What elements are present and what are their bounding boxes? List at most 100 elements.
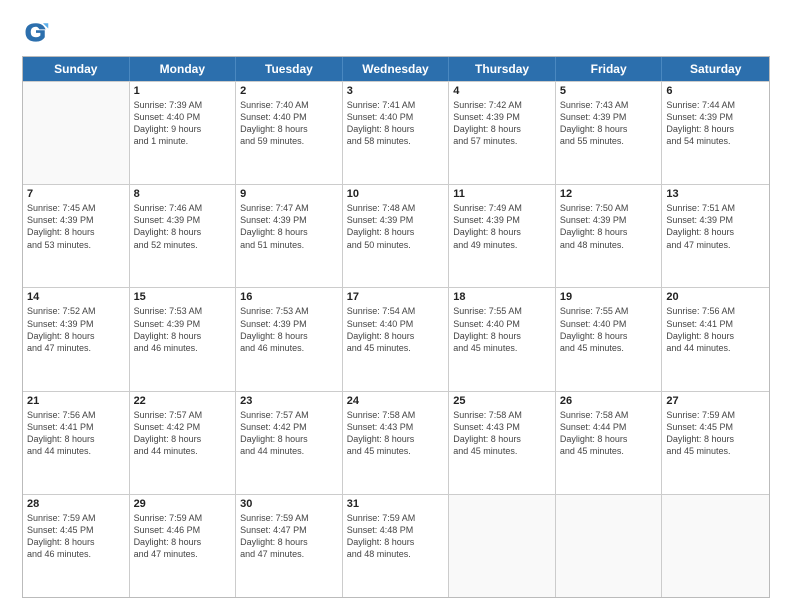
- day-cell-4: 4Sunrise: 7:42 AMSunset: 4:39 PMDaylight…: [449, 82, 556, 184]
- day-number: 26: [560, 395, 658, 407]
- cell-info-line: Sunrise: 7:57 AM: [240, 409, 338, 421]
- cell-info-line: Daylight: 8 hours: [453, 433, 551, 445]
- cell-info-line: Daylight: 8 hours: [27, 433, 125, 445]
- cell-info-line: and 44 minutes.: [666, 342, 765, 354]
- cell-info-line: and 47 minutes.: [134, 548, 232, 560]
- cell-info-line: Daylight: 8 hours: [134, 433, 232, 445]
- cell-info-line: Daylight: 8 hours: [453, 226, 551, 238]
- day-number: 22: [134, 395, 232, 407]
- cell-info-line: Daylight: 8 hours: [134, 330, 232, 342]
- day-number: 4: [453, 85, 551, 97]
- day-cell-27: 27Sunrise: 7:59 AMSunset: 4:45 PMDayligh…: [662, 392, 769, 494]
- cell-info-line: Sunset: 4:39 PM: [666, 111, 765, 123]
- day-cell-29: 29Sunrise: 7:59 AMSunset: 4:46 PMDayligh…: [130, 495, 237, 597]
- cell-info-line: Daylight: 8 hours: [240, 226, 338, 238]
- day-cell-empty: [556, 495, 663, 597]
- day-number: 18: [453, 291, 551, 303]
- cell-info-line: Sunrise: 7:49 AM: [453, 202, 551, 214]
- cell-info-line: and 44 minutes.: [134, 445, 232, 457]
- cell-info-line: Sunrise: 7:42 AM: [453, 99, 551, 111]
- day-cell-15: 15Sunrise: 7:53 AMSunset: 4:39 PMDayligh…: [130, 288, 237, 390]
- cell-info-line: and 47 minutes.: [666, 239, 765, 251]
- cell-info-line: Sunset: 4:40 PM: [347, 318, 445, 330]
- day-cell-28: 28Sunrise: 7:59 AMSunset: 4:45 PMDayligh…: [23, 495, 130, 597]
- cell-info-line: Sunrise: 7:43 AM: [560, 99, 658, 111]
- cell-info-line: Sunset: 4:39 PM: [347, 214, 445, 226]
- cell-info-line: Daylight: 9 hours: [134, 123, 232, 135]
- day-number: 19: [560, 291, 658, 303]
- cell-info-line: Sunrise: 7:56 AM: [666, 305, 765, 317]
- cell-info-line: Sunrise: 7:59 AM: [666, 409, 765, 421]
- day-header-sunday: Sunday: [23, 57, 130, 81]
- cell-info-line: Sunset: 4:40 PM: [240, 111, 338, 123]
- cell-info-line: Sunrise: 7:41 AM: [347, 99, 445, 111]
- cell-info-line: and 45 minutes.: [347, 342, 445, 354]
- cell-info-line: and 47 minutes.: [240, 548, 338, 560]
- cell-info-line: Sunset: 4:39 PM: [240, 318, 338, 330]
- cell-info-line: Sunrise: 7:56 AM: [27, 409, 125, 421]
- day-number: 25: [453, 395, 551, 407]
- cell-info-line: Daylight: 8 hours: [347, 330, 445, 342]
- day-cell-22: 22Sunrise: 7:57 AMSunset: 4:42 PMDayligh…: [130, 392, 237, 494]
- cell-info-line: Sunrise: 7:55 AM: [560, 305, 658, 317]
- cell-info-line: Sunrise: 7:55 AM: [453, 305, 551, 317]
- cell-info-line: Daylight: 8 hours: [347, 433, 445, 445]
- day-number: 31: [347, 498, 445, 510]
- cell-info-line: and 45 minutes.: [560, 445, 658, 457]
- cell-info-line: Sunset: 4:40 PM: [453, 318, 551, 330]
- cell-info-line: Sunrise: 7:52 AM: [27, 305, 125, 317]
- day-number: 5: [560, 85, 658, 97]
- cell-info-line: and 53 minutes.: [27, 239, 125, 251]
- cell-info-line: Sunrise: 7:40 AM: [240, 99, 338, 111]
- day-cell-17: 17Sunrise: 7:54 AMSunset: 4:40 PMDayligh…: [343, 288, 450, 390]
- cell-info-line: and 45 minutes.: [560, 342, 658, 354]
- day-cell-empty: [449, 495, 556, 597]
- cell-info-line: Sunrise: 7:59 AM: [27, 512, 125, 524]
- day-cell-11: 11Sunrise: 7:49 AMSunset: 4:39 PMDayligh…: [449, 185, 556, 287]
- cell-info-line: Daylight: 8 hours: [666, 123, 765, 135]
- day-cell-30: 30Sunrise: 7:59 AMSunset: 4:47 PMDayligh…: [236, 495, 343, 597]
- day-number: 30: [240, 498, 338, 510]
- day-cell-19: 19Sunrise: 7:55 AMSunset: 4:40 PMDayligh…: [556, 288, 663, 390]
- cell-info-line: Sunset: 4:39 PM: [453, 111, 551, 123]
- week-row-4: 21Sunrise: 7:56 AMSunset: 4:41 PMDayligh…: [23, 391, 769, 494]
- cell-info-line: and 46 minutes.: [134, 342, 232, 354]
- day-cell-16: 16Sunrise: 7:53 AMSunset: 4:39 PMDayligh…: [236, 288, 343, 390]
- cell-info-line: Sunset: 4:44 PM: [560, 421, 658, 433]
- day-number: 21: [27, 395, 125, 407]
- week-row-1: 1Sunrise: 7:39 AMSunset: 4:40 PMDaylight…: [23, 81, 769, 184]
- cell-info-line: Sunrise: 7:47 AM: [240, 202, 338, 214]
- day-cell-20: 20Sunrise: 7:56 AMSunset: 4:41 PMDayligh…: [662, 288, 769, 390]
- cell-info-line: Sunset: 4:48 PM: [347, 524, 445, 536]
- cell-info-line: and 44 minutes.: [240, 445, 338, 457]
- cell-info-line: Daylight: 8 hours: [347, 226, 445, 238]
- day-number: 16: [240, 291, 338, 303]
- cell-info-line: Daylight: 8 hours: [27, 226, 125, 238]
- week-row-2: 7Sunrise: 7:45 AMSunset: 4:39 PMDaylight…: [23, 184, 769, 287]
- page: SundayMondayTuesdayWednesdayThursdayFrid…: [0, 0, 792, 612]
- cell-info-line: and 52 minutes.: [134, 239, 232, 251]
- day-cell-9: 9Sunrise: 7:47 AMSunset: 4:39 PMDaylight…: [236, 185, 343, 287]
- calendar-body: 1Sunrise: 7:39 AMSunset: 4:40 PMDaylight…: [23, 81, 769, 597]
- cell-info-line: Sunset: 4:39 PM: [666, 214, 765, 226]
- logo-icon: [22, 18, 50, 46]
- day-header-saturday: Saturday: [662, 57, 769, 81]
- day-number: 28: [27, 498, 125, 510]
- cell-info-line: and 45 minutes.: [666, 445, 765, 457]
- day-number: 3: [347, 85, 445, 97]
- cell-info-line: and 58 minutes.: [347, 135, 445, 147]
- day-number: 12: [560, 188, 658, 200]
- day-cell-7: 7Sunrise: 7:45 AMSunset: 4:39 PMDaylight…: [23, 185, 130, 287]
- cell-info-line: and 47 minutes.: [27, 342, 125, 354]
- day-number: 29: [134, 498, 232, 510]
- cell-info-line: Daylight: 8 hours: [453, 330, 551, 342]
- day-cell-8: 8Sunrise: 7:46 AMSunset: 4:39 PMDaylight…: [130, 185, 237, 287]
- cell-info-line: Sunset: 4:42 PM: [240, 421, 338, 433]
- cell-info-line: Sunset: 4:45 PM: [666, 421, 765, 433]
- cell-info-line: Daylight: 8 hours: [240, 536, 338, 548]
- cell-info-line: Sunset: 4:39 PM: [27, 214, 125, 226]
- cell-info-line: Sunset: 4:39 PM: [560, 111, 658, 123]
- cell-info-line: Daylight: 8 hours: [560, 433, 658, 445]
- cell-info-line: Daylight: 8 hours: [240, 433, 338, 445]
- cell-info-line: Sunset: 4:41 PM: [666, 318, 765, 330]
